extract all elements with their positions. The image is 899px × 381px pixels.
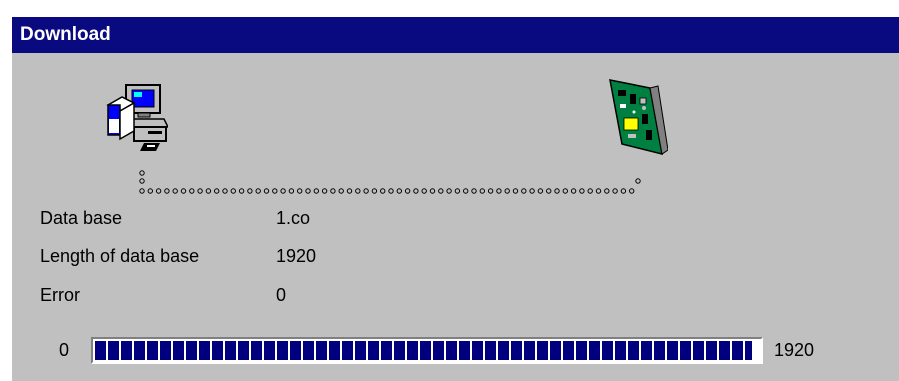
connection-dot: [396, 188, 402, 194]
connection-dot: [371, 188, 378, 194]
connection-dot: [404, 188, 411, 194]
download-dialog: Download Data base 1.co Length of data b…: [10, 15, 899, 381]
connection-dot: [438, 188, 444, 194]
connection-dot: [471, 188, 477, 194]
connection-path: [138, 169, 648, 204]
connection-dot: [380, 188, 386, 194]
connection-dot: [512, 188, 519, 194]
circuit-board-icon: [606, 78, 669, 160]
connection-dot: [562, 188, 568, 194]
database-length-value: 1920: [276, 246, 317, 266]
connection-dot: [529, 188, 535, 194]
download-progress-bar: [91, 337, 763, 364]
database-length-label: Length of data base: [40, 246, 200, 266]
connection-dot: [521, 188, 527, 194]
connection-dot: [504, 188, 510, 194]
error-label: Error: [40, 285, 80, 305]
connection-dot: [272, 188, 278, 194]
connection-dot: [338, 188, 344, 194]
connection-dot: [604, 188, 610, 194]
connection-dot: [280, 188, 286, 194]
connection-dot: [172, 188, 178, 194]
connection-dot: [363, 188, 369, 194]
connection-dot: [288, 188, 295, 194]
window-title: Download: [20, 24, 111, 45]
connection-dot: [496, 188, 502, 194]
connection-dot: [421, 188, 427, 194]
connection-dot: [346, 188, 353, 194]
connection-dot: [429, 188, 436, 194]
computer-install-icon: [104, 83, 170, 164]
connection-dot: [222, 188, 228, 194]
connection-dot: [330, 188, 336, 194]
connection-dot: [139, 188, 145, 194]
connection-dot: [635, 178, 641, 184]
connection-dot: [355, 188, 361, 194]
connection-dot: [205, 188, 212, 194]
connection-dot: [230, 188, 237, 194]
connection-dot: [321, 188, 328, 194]
progress-max-label: 1920: [774, 340, 815, 360]
connection-dot: [463, 188, 469, 194]
connection-dot: [147, 188, 154, 194]
connection-dot: [189, 188, 195, 194]
connection-dot: [570, 188, 577, 194]
progress-min-label: 0: [59, 340, 70, 360]
connection-dot: [164, 188, 170, 194]
connection-dot: [546, 188, 552, 194]
database-label: Data base: [40, 208, 123, 228]
connection-dot: [263, 188, 270, 194]
connection-dot: [313, 188, 320, 194]
connection-dot: [214, 188, 220, 194]
connection-dot: [388, 188, 394, 194]
connection-dot: [487, 188, 494, 194]
connection-dot: [579, 188, 585, 194]
title-bar[interactable]: Download: [12, 17, 899, 53]
connection-dot: [305, 188, 311, 194]
connection-dot: [537, 188, 544, 194]
connection-dot: [297, 188, 303, 194]
connection-dot: [454, 188, 461, 194]
connection-dot: [197, 188, 203, 194]
connection-dot: [139, 170, 145, 176]
database-value: 1.co: [276, 208, 311, 228]
connection-dot: [587, 188, 593, 194]
error-value: 0: [276, 285, 287, 305]
connection-dot: [595, 188, 602, 194]
connection-dot: [446, 188, 452, 194]
progress-fill: [95, 341, 753, 360]
connection-dot: [139, 178, 145, 184]
connection-dot: [620, 188, 627, 194]
connection-dot: [413, 188, 419, 194]
connection-dot: [554, 188, 560, 194]
connection-dot: [612, 188, 618, 194]
connection-dot: [155, 188, 162, 194]
connection-dot: [479, 188, 485, 194]
connection-dot: [180, 188, 187, 194]
connection-dot: [238, 188, 245, 194]
connection-dot: [255, 188, 261, 194]
connection-dot: [247, 188, 253, 194]
connection-dot: [629, 188, 635, 194]
